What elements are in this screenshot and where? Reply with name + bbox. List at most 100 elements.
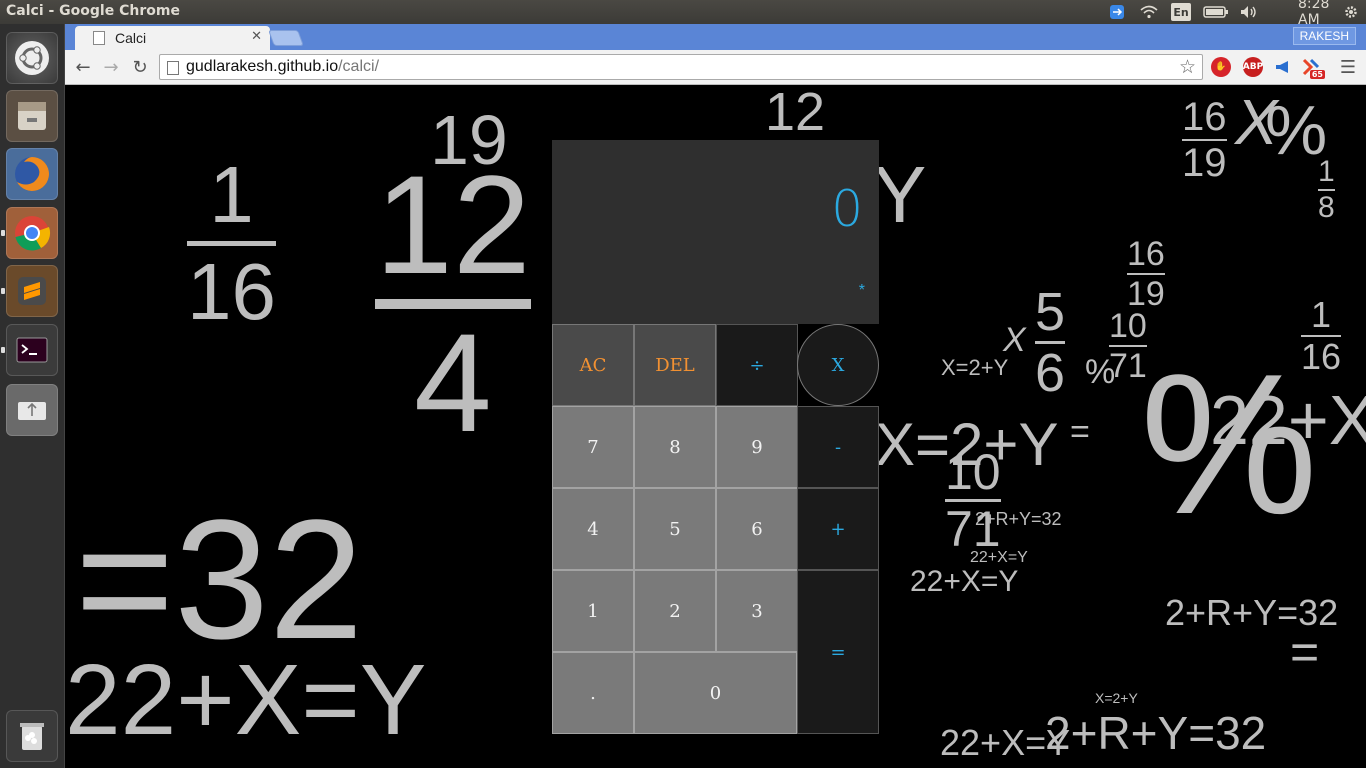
multiply-button[interactable]: X	[797, 324, 879, 406]
digit-9-button[interactable]: 9	[716, 406, 798, 488]
page-info-icon[interactable]	[167, 61, 179, 75]
tab-calci[interactable]: Calci ✕	[75, 26, 270, 50]
page-content: =32 22+X=Y X=2+Y % 22+X= X=2+Y 2+R+Y=32 …	[65, 85, 1366, 768]
files-icon[interactable]	[6, 90, 58, 142]
all-clear-button[interactable]: AC	[552, 324, 634, 406]
digit-4-button[interactable]: 4	[552, 488, 634, 570]
bg-fraction: 16 19	[1182, 97, 1227, 183]
fraction-denominator: 19	[1127, 275, 1165, 313]
fraction-denominator: 16	[1301, 336, 1342, 377]
unity-launcher	[0, 24, 65, 768]
ubuntu-dash-icon[interactable]	[6, 32, 58, 84]
digit-7-button[interactable]: 7	[552, 406, 634, 488]
plus-button[interactable]: +	[797, 488, 879, 570]
chrome-running-indicator	[1, 230, 5, 236]
new-tab-button[interactable]	[268, 30, 304, 46]
address-bar[interactable]: gudlarakesh.github.io/calci/ ☆	[159, 54, 1203, 80]
bg-text: =	[1290, 624, 1320, 680]
digit-1-button[interactable]: 1	[552, 570, 634, 652]
bg-text: 22+X=Y	[65, 644, 427, 756]
chrome-icon[interactable]	[6, 207, 58, 259]
chrome-toolbar: ← → ↻ gudlarakesh.github.io/calci/ ☆ ✋ A…	[65, 50, 1366, 85]
calculator: 0 * AC DEL ÷ X 7 8 9 - 4 5 6 + 1 2 3 = .…	[552, 140, 879, 734]
url-path: /calci/	[338, 58, 380, 75]
fraction-numerator: 1	[1318, 155, 1335, 188]
bg-text: =	[1070, 413, 1090, 451]
fraction-numerator: 1	[209, 150, 254, 239]
fraction-denominator: 16	[187, 247, 276, 336]
extension-badge: 65	[1309, 70, 1325, 79]
fraction-denominator: 4	[413, 304, 492, 461]
wifi-icon[interactable]	[1140, 3, 1158, 21]
fraction-denominator: 19	[1182, 141, 1227, 185]
keyboard-layout-indicator[interactable]: En	[1171, 3, 1191, 21]
bg-text: X=2+Y	[1095, 690, 1138, 706]
stop-extension-icon[interactable]: ✋	[1211, 57, 1231, 77]
close-tab-icon[interactable]: ✕	[251, 29, 262, 44]
minus-button[interactable]: -	[797, 406, 879, 488]
digit-2-button[interactable]: 2	[634, 570, 716, 652]
fraction-numerator: 16	[1182, 95, 1227, 139]
fraction-numerator: 5	[1035, 282, 1066, 342]
digit-6-button[interactable]: 6	[716, 488, 798, 570]
bg-text: 22+X=	[1210, 381, 1366, 459]
forward-arrow-icon[interactable]: →	[99, 56, 123, 78]
tab-title: Calci	[115, 30, 147, 46]
terminal-running-indicator	[1, 347, 5, 353]
teamviewer-icon[interactable]	[1110, 3, 1124, 21]
bg-fraction: 16 19	[1127, 237, 1165, 311]
sublime-running-indicator	[1, 288, 5, 294]
bg-fraction: 10 71	[945, 447, 1001, 554]
terminal-icon[interactable]	[6, 324, 58, 376]
code-extension-icon[interactable]: 65	[1301, 57, 1325, 79]
digit-8-button[interactable]: 8	[634, 406, 716, 488]
reload-icon[interactable]: ↻	[128, 56, 152, 78]
battery-icon[interactable]	[1203, 3, 1229, 21]
window-title: Calci - Google Chrome	[6, 3, 180, 19]
chrome-tab-strip: Calci ✕ RAKESH	[65, 24, 1366, 50]
fraction-numerator: 1	[1311, 294, 1332, 335]
fraction-denominator: 71	[1109, 347, 1147, 385]
calculator-display: 0 *	[552, 140, 879, 324]
delete-button[interactable]: DEL	[634, 324, 716, 406]
bg-text: X=2+Y	[941, 355, 1009, 380]
firefox-icon[interactable]	[6, 148, 58, 200]
chrome-menu-icon[interactable]: ☰	[1340, 57, 1356, 78]
megaphone-extension-icon[interactable]	[1273, 57, 1293, 77]
fraction-numerator: 10	[945, 444, 1001, 500]
bg-fraction: 12 4	[375, 155, 531, 453]
adblock-plus-icon[interactable]: ABP	[1243, 57, 1263, 77]
system-gear-icon[interactable]	[1342, 3, 1360, 21]
display-value: 0	[831, 180, 863, 238]
fraction-bar	[187, 241, 276, 246]
back-arrow-icon[interactable]: ←	[71, 56, 95, 78]
fraction-numerator: 10	[1109, 307, 1147, 345]
bg-text: 22+X=Y	[910, 565, 1019, 598]
fraction-denominator: 8	[1318, 191, 1335, 224]
digit-0-button[interactable]: 0	[634, 652, 797, 734]
volume-icon[interactable]	[1239, 3, 1259, 21]
url-text[interactable]: gudlarakesh.github.io/calci/	[186, 58, 379, 76]
clock[interactable]: 8:28 AM	[1298, 0, 1338, 28]
bg-fraction: 5 6	[1035, 282, 1066, 403]
top-panel: Calci - Google Chrome En 8:28 AM	[0, 0, 1366, 28]
usb-creator-icon[interactable]	[6, 384, 58, 436]
profile-button[interactable]: RAKESH	[1292, 27, 1356, 45]
divide-button[interactable]: ÷	[716, 324, 798, 406]
fraction-denominator: 6	[1035, 343, 1066, 403]
bg-fraction: 10 71	[1109, 309, 1147, 383]
sublime-text-icon[interactable]	[6, 265, 58, 317]
bg-text: Y	[873, 150, 927, 239]
digit-5-button[interactable]: 5	[634, 488, 716, 570]
bg-text: 2+R+Y=32	[1045, 707, 1267, 759]
fraction-denominator: 71	[945, 501, 1001, 557]
equals-button[interactable]: =	[797, 570, 879, 734]
url-host: gudlarakesh.github.io	[186, 58, 339, 75]
digit-3-button[interactable]: 3	[716, 570, 798, 652]
fraction-numerator: 16	[1127, 235, 1165, 273]
decimal-point-button[interactable]: .	[552, 652, 634, 734]
bg-text: X	[1003, 321, 1026, 359]
bookmark-star-icon[interactable]: ☆	[1179, 56, 1196, 79]
trash-icon[interactable]	[6, 710, 58, 762]
bg-text: 22+X=Y	[940, 722, 1071, 763]
